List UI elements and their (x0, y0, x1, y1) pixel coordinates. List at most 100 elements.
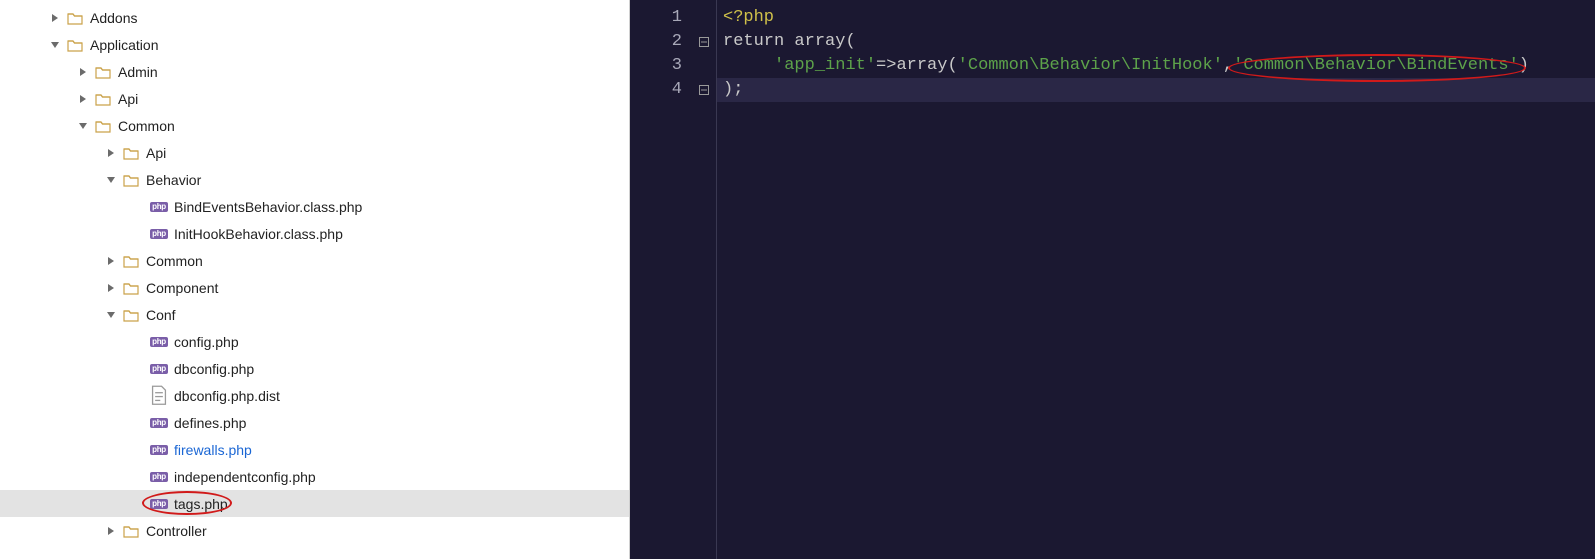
tree-item-label: Api (118, 91, 138, 107)
php-file-icon: php (150, 469, 168, 485)
tree-item-label: independentconfig.php (174, 469, 316, 485)
code-line[interactable]: return array( (717, 30, 1595, 54)
code-token: ); (723, 80, 743, 99)
php-file-icon: php (150, 361, 168, 377)
gutter-line-number: 3 (630, 54, 692, 78)
project-tree-pane[interactable]: Addons Application Admin Api Common Api Behavi… (0, 0, 630, 559)
fold-marker-none (692, 54, 716, 78)
tree-item-label: Admin (118, 64, 158, 80)
php-file-icon: php (150, 442, 168, 458)
code-token: return (723, 32, 784, 51)
tree-item-label: Application (90, 37, 159, 53)
code-token: <?php (723, 8, 774, 27)
tree-item-label: Common (118, 118, 175, 134)
tree-item-label: Controller (146, 523, 207, 539)
chevron-down-icon[interactable] (76, 119, 90, 133)
folder-icon (122, 172, 140, 188)
tree-file-row[interactable]: php dbconfig.php (0, 355, 629, 382)
tree-item-label: tags.php (174, 496, 228, 512)
tree-folder-row[interactable]: Api (0, 85, 629, 112)
tree-item-label: Behavior (146, 172, 201, 188)
tree-item-label: dbconfig.php (174, 361, 254, 377)
chevron-right-icon[interactable] (48, 11, 62, 25)
code-token: ) (1519, 56, 1529, 75)
tree-item-label: config.php (174, 334, 239, 350)
code-line[interactable]: 'app_init'=>array('Common\Behavior\InitH… (717, 54, 1595, 78)
chevron-down-icon[interactable] (48, 38, 62, 52)
code-line[interactable]: <?php (717, 6, 1595, 30)
code-token-highlighted: 'Common\Behavior\BindEvents' (1233, 56, 1519, 75)
code-editor-pane[interactable]: 1 2 3 4 <?php return array( 'app_init'=>… (630, 0, 1595, 559)
tree-file-row[interactable]: php firewalls.php (0, 436, 629, 463)
php-badge: php (150, 445, 168, 455)
tree-folder-row[interactable]: Component (0, 274, 629, 301)
tree-item-label: dbconfig.php.dist (174, 388, 280, 404)
tree-item-label: Common (146, 253, 203, 269)
tree-item-label: InitHookBehavior.class.php (174, 226, 343, 242)
chevron-right-icon[interactable] (104, 281, 118, 295)
code-token (723, 56, 774, 75)
code-line[interactable]: ); (717, 78, 1595, 102)
php-badge: php (150, 202, 168, 212)
tree-folder-row[interactable]: Common (0, 112, 629, 139)
code-token: 'Common\Behavior\InitHook' (958, 56, 1223, 75)
tree-folder-row[interactable]: Conf (0, 301, 629, 328)
code-token: ( (845, 32, 855, 51)
chevron-down-icon[interactable] (104, 173, 118, 187)
tree-file-row[interactable]: php independentconfig.php (0, 463, 629, 490)
tree-file-row[interactable]: php InitHookBehavior.class.php (0, 220, 629, 247)
fold-marker-close-icon[interactable] (692, 78, 716, 102)
folder-icon (122, 280, 140, 296)
tree-file-row[interactable]: phpdefines.php (0, 409, 629, 436)
chevron-right-icon[interactable] (104, 146, 118, 160)
php-file-icon: php (150, 415, 168, 431)
tree-item-label: Conf (146, 307, 176, 323)
code-token: ( (947, 56, 957, 75)
code-token: => (876, 56, 896, 75)
chevron-right-icon[interactable] (76, 92, 90, 106)
chevron-right-icon[interactable] (104, 254, 118, 268)
gutter-line-number: 2 (630, 30, 692, 54)
folder-icon (66, 10, 84, 26)
tree-folder-row[interactable]: Addons (0, 4, 629, 31)
tree-file-row[interactable]: php tags.php (0, 490, 629, 517)
gutter-line-number: 4 (630, 78, 692, 102)
tree-item-label: firewalls.php (174, 442, 252, 458)
tree-file-row[interactable]: dbconfig.php.dist (0, 382, 629, 409)
folder-icon (66, 37, 84, 53)
project-tree[interactable]: Addons Application Admin Api Common Api Behavi… (0, 0, 629, 544)
editor-gutter: 1 2 3 4 (630, 0, 692, 559)
php-badge: php (150, 229, 168, 239)
tree-folder-row[interactable]: Common (0, 247, 629, 274)
fold-marker-open-icon[interactable] (692, 30, 716, 54)
php-badge: php (150, 337, 168, 347)
tree-folder-row[interactable]: Api (0, 139, 629, 166)
tree-folder-row[interactable]: Application (0, 31, 629, 58)
tree-file-row[interactable]: php BindEventsBehavior.class.php (0, 193, 629, 220)
folder-icon (122, 253, 140, 269)
php-file-icon: php (150, 199, 168, 215)
php-badge: php (150, 418, 168, 428)
tree-item-label: BindEventsBehavior.class.php (174, 199, 362, 215)
tree-folder-row[interactable]: Admin (0, 58, 629, 85)
php-badge: php (150, 364, 168, 374)
chevron-right-icon[interactable] (104, 524, 118, 538)
tree-item-label: Component (146, 280, 218, 296)
code-token: , (1223, 56, 1233, 75)
tree-folder-row[interactable]: Controller (0, 517, 629, 544)
php-file-icon: php (150, 334, 168, 350)
gutter-line-number: 1 (630, 6, 692, 30)
tree-folder-row[interactable]: Behavior (0, 166, 629, 193)
chevron-right-icon[interactable] (76, 65, 90, 79)
code-area[interactable]: <?php return array( 'app_init'=>array('C… (716, 0, 1595, 559)
code-token: array (794, 32, 845, 51)
chevron-down-icon[interactable] (104, 308, 118, 322)
tree-item-label: Addons (90, 10, 137, 26)
text-file-icon (150, 388, 168, 404)
tree-file-row[interactable]: php config.php (0, 328, 629, 355)
php-file-icon: php (150, 496, 168, 512)
php-file-icon: php (150, 226, 168, 242)
tree-item-label: Api (146, 145, 166, 161)
folder-icon (122, 307, 140, 323)
folder-icon (122, 523, 140, 539)
